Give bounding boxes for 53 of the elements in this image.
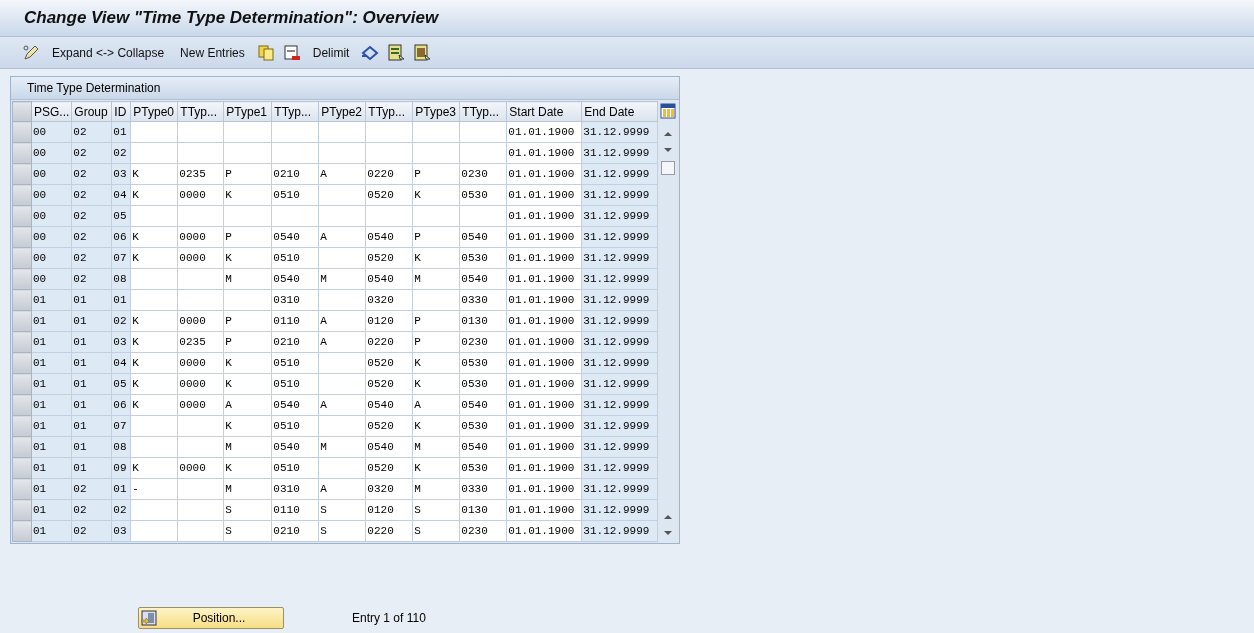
row-selector[interactable] (12, 394, 32, 416)
select-all-header[interactable] (12, 101, 32, 122)
column-header[interactable]: End Date (581, 101, 658, 122)
row-selector[interactable] (12, 289, 32, 311)
row-selector[interactable] (12, 352, 32, 374)
row-selector[interactable] (12, 121, 32, 143)
row-selector[interactable] (12, 520, 32, 542)
delete-row-icon[interactable] (282, 43, 301, 62)
row-selector[interactable] (12, 163, 32, 185)
scroll-down-icon[interactable] (662, 145, 675, 155)
pencil-icon[interactable] (22, 43, 40, 62)
column-header[interactable]: PType1 (223, 101, 272, 122)
column-header[interactable]: TTyp... (365, 101, 413, 122)
row-selector[interactable] (12, 310, 32, 332)
row-selector[interactable] (12, 436, 32, 458)
scroll-down-icon[interactable] (662, 528, 675, 538)
table-title: Time Type Determination (27, 81, 161, 95)
select-all-icon[interactable] (387, 43, 406, 62)
column-header[interactable]: TTyp... (271, 101, 319, 122)
row-selector[interactable] (12, 457, 32, 479)
column-header[interactable]: Group (71, 101, 112, 122)
column-settings-icon[interactable] (660, 103, 677, 119)
scrollbar-thumb[interactable] (661, 161, 676, 175)
delimit-button[interactable]: Delimit (306, 43, 356, 62)
row-selector[interactable] (12, 247, 32, 269)
position-button[interactable]: Position... (138, 607, 284, 629)
column-header[interactable]: PType0 (130, 101, 178, 122)
row-selector[interactable] (12, 226, 32, 248)
column-header[interactable]: PType3 (412, 101, 460, 122)
row-selector[interactable] (12, 268, 32, 290)
column-header[interactable]: TTyp... (177, 101, 224, 122)
row-selector[interactable] (12, 373, 32, 395)
deselect-all-icon[interactable] (413, 43, 432, 62)
column-header[interactable]: Start Date (506, 101, 582, 122)
row-selector[interactable] (12, 478, 32, 500)
column-header[interactable]: TTyp... (459, 101, 507, 122)
copy-icon[interactable] (256, 43, 275, 62)
entry-counter: Entry 1 of 110 (352, 611, 426, 625)
scroll-up-icon[interactable] (662, 129, 675, 139)
row-selector[interactable] (12, 142, 32, 164)
position-icon (141, 610, 157, 626)
scroll-up-icon[interactable] (662, 512, 675, 522)
column-header[interactable]: PType2 (318, 101, 366, 122)
row-selector[interactable] (12, 205, 32, 227)
row-selector[interactable] (12, 415, 32, 437)
row-selector[interactable] (12, 331, 32, 353)
expand-collapse-button[interactable]: Expand <-> Collapse (46, 43, 171, 62)
window-title: Change View "Time Type Determination": Overview (24, 8, 439, 28)
row-selector[interactable] (12, 499, 32, 521)
new-entries-button[interactable]: New Entries (174, 43, 251, 62)
row-selector[interactable] (12, 184, 32, 206)
undo-icon[interactable] (361, 43, 380, 62)
column-header[interactable]: PSG... (31, 101, 72, 122)
